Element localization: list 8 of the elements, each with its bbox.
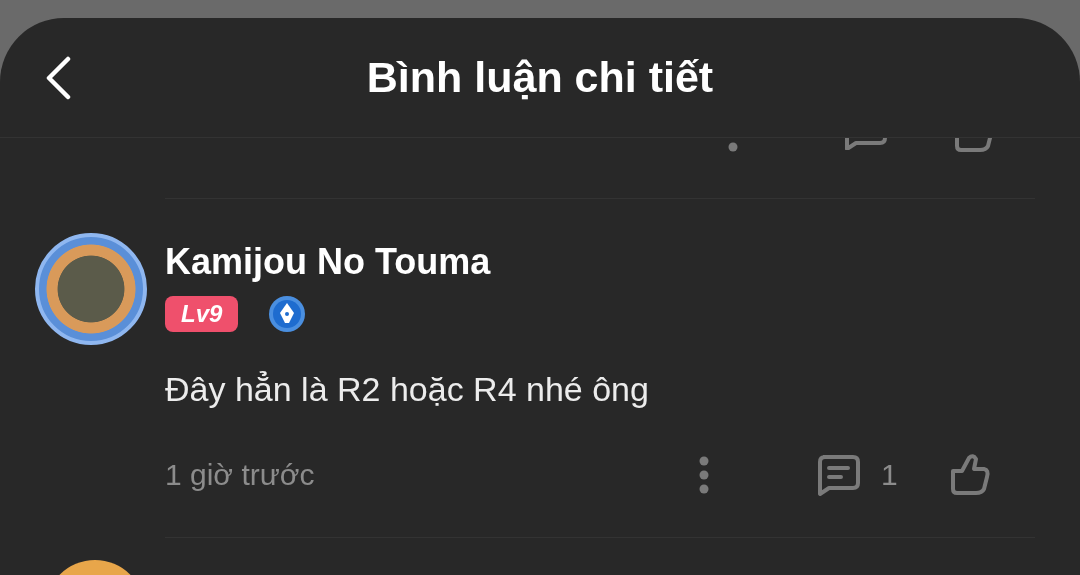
reply-count: 1 <box>881 458 899 492</box>
pen-nib-icon <box>268 295 307 333</box>
back-icon[interactable] <box>44 56 72 100</box>
page-title: Bình luận chi tiết <box>366 53 714 102</box>
author-name[interactable]: Kamijou No Touma <box>165 241 1035 283</box>
timestamp: 1 giờ trước <box>165 458 316 492</box>
comment-text: Đây hẳn là R2 hoặc R4 nhé ông <box>165 369 650 409</box>
level-badge: Lv9 <box>165 296 239 332</box>
